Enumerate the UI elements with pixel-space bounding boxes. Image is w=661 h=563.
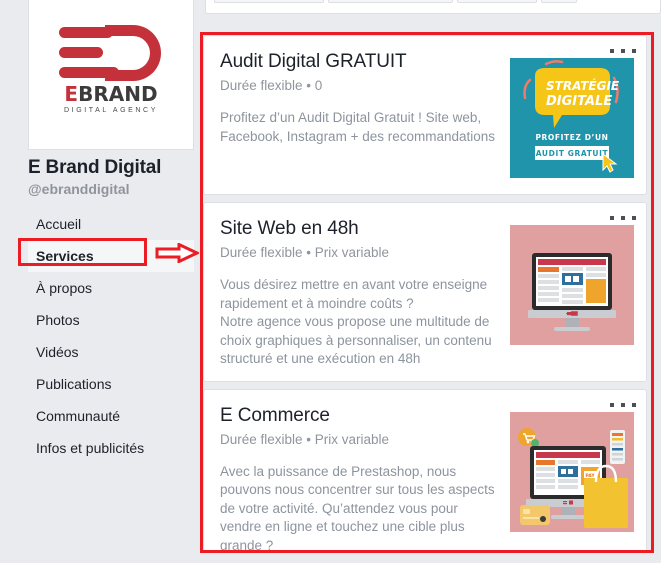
- sidebar-item-photos[interactable]: Photos: [28, 304, 194, 336]
- top-segment-1[interactable]: [214, 0, 324, 3]
- top-segment-3[interactable]: [457, 0, 537, 3]
- logo-tagline: DIGITAL AGENCY: [64, 106, 158, 114]
- logo-wordmark-brand: BRAND: [78, 81, 158, 106]
- profile-picture-card[interactable]: EBRAND DIGITAL AGENCY: [28, 0, 194, 150]
- sidebar-item-publications[interactable]: Publications: [28, 368, 194, 400]
- services-panel-highlight-box: [200, 32, 654, 553]
- ebrand-logo: EBRAND DIGITAL AGENCY: [45, 19, 177, 131]
- page-nav-list: Accueil Services À propos Photos Vidéos …: [28, 208, 194, 464]
- ebrand-mark-icon: [59, 24, 163, 81]
- sidebar-item-services[interactable]: Services: [28, 240, 194, 272]
- top-segment-2[interactable]: [328, 0, 453, 3]
- top-partial-button-row: [205, 0, 661, 14]
- sidebar-item-accueil[interactable]: Accueil: [28, 208, 194, 240]
- sidebar-item-communaute[interactable]: Communauté: [28, 400, 194, 432]
- logo-wordmark-e: E: [64, 81, 79, 106]
- logo-wordmark: EBRAND: [51, 83, 171, 105]
- sidebar-item-infos-et-publicites[interactable]: Infos et publicités: [28, 432, 194, 464]
- page-name: E Brand Digital: [28, 157, 162, 178]
- facebook-page-services-view: EBRAND DIGITAL AGENCY E Brand Digital @e…: [0, 0, 661, 563]
- top-segment-4[interactable]: [541, 0, 577, 3]
- page-sidebar: EBRAND DIGITAL AGENCY E Brand Digital @e…: [0, 0, 199, 563]
- sidebar-item-a-propos[interactable]: À propos: [28, 272, 194, 304]
- sidebar-item-videos[interactable]: Vidéos: [28, 336, 194, 368]
- page-handle: @ebranddigital: [28, 181, 130, 197]
